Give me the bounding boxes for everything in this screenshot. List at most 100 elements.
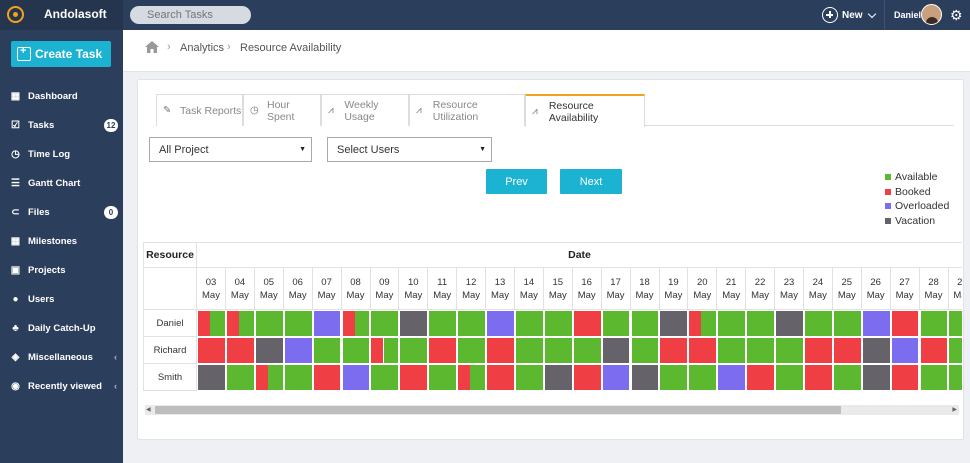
availability-cell[interactable] <box>429 365 457 390</box>
availability-cell[interactable] <box>470 365 485 390</box>
availability-cell[interactable] <box>239 311 254 336</box>
tab-resource-availability[interactable]: ⩘ Resource Availability <box>525 94 645 127</box>
availability-cell[interactable] <box>833 365 861 390</box>
availability-cell[interactable] <box>949 365 962 390</box>
user-name[interactable]: Daniel <box>894 10 921 20</box>
availability-cell[interactable] <box>371 365 399 390</box>
availability-cell[interactable] <box>602 365 630 390</box>
home-icon[interactable] <box>145 41 159 53</box>
next-button[interactable]: Next <box>560 169 622 194</box>
availability-cell[interactable] <box>267 365 283 390</box>
availability-cell[interactable] <box>949 311 962 336</box>
availability-cell[interactable] <box>544 311 572 336</box>
sidebar-item-daily-catch-up[interactable]: ♣ Daily Catch-Up <box>0 314 123 343</box>
availability-cell[interactable] <box>284 311 312 336</box>
availability-cell[interactable] <box>804 311 832 336</box>
availability-cell[interactable] <box>689 338 717 363</box>
avatar[interactable] <box>921 4 942 25</box>
availability-cell[interactable] <box>544 365 572 390</box>
availability-cell[interactable] <box>371 338 384 363</box>
availability-cell[interactable] <box>573 365 601 390</box>
availability-cell[interactable] <box>284 365 312 390</box>
availability-cell[interactable] <box>198 311 211 336</box>
availability-cell[interactable] <box>198 338 225 363</box>
availability-cell[interactable] <box>313 365 341 390</box>
prev-button[interactable]: Prev <box>486 169 547 194</box>
availability-cell[interactable] <box>226 338 254 363</box>
search-input[interactable] <box>130 6 251 24</box>
tab-resource-utilization[interactable]: ⩘ Resource Utilization <box>409 94 525 126</box>
availability-cell[interactable] <box>718 338 746 363</box>
new-button[interactable]: New <box>822 6 876 24</box>
availability-cell[interactable] <box>383 338 399 363</box>
availability-cell[interactable] <box>660 338 688 363</box>
sidebar-item-gantt-chart[interactable]: ☰ Gantt Chart <box>0 169 123 198</box>
availability-cell[interactable] <box>804 338 832 363</box>
availability-cell[interactable] <box>354 311 370 336</box>
availability-cell[interactable] <box>255 311 283 336</box>
availability-cell[interactable] <box>255 365 268 390</box>
availability-cell[interactable] <box>718 365 746 390</box>
availability-cell[interactable] <box>400 338 428 363</box>
availability-cell[interactable] <box>544 338 572 363</box>
scroll-thumb[interactable] <box>155 406 841 414</box>
availability-cell[interactable] <box>689 311 702 336</box>
breadcrumb-analytics[interactable]: Analytics <box>180 42 224 54</box>
gear-icon[interactable]: ⚙ <box>950 8 963 22</box>
availability-cell[interactable] <box>429 311 457 336</box>
tab-task-reports[interactable]: ✎ Task Reports <box>156 94 243 126</box>
availability-cell[interactable] <box>342 311 355 336</box>
availability-cell[interactable] <box>747 365 774 390</box>
availability-cell[interactable] <box>198 365 225 390</box>
scroll-left-icon[interactable]: ◀ <box>146 406 151 413</box>
brand[interactable]: Andolasoft <box>0 0 123 30</box>
availability-cell[interactable] <box>920 365 948 390</box>
availability-cell[interactable] <box>718 311 746 336</box>
sidebar-item-users[interactable]: ● Users <box>0 285 123 314</box>
availability-cell[interactable] <box>891 338 919 363</box>
users-select[interactable]: Select Users ▼ <box>327 137 492 162</box>
sidebar-item-miscellaneous[interactable]: ◈ Miscellaneous ‹ <box>0 343 123 372</box>
horizontal-scrollbar[interactable]: ◀ ▶ <box>145 405 959 415</box>
availability-cell[interactable] <box>284 338 312 363</box>
availability-cell[interactable] <box>487 338 514 363</box>
availability-cell[interactable] <box>487 311 514 336</box>
availability-cell[interactable] <box>515 311 543 336</box>
availability-cell[interactable] <box>689 365 717 390</box>
availability-cell[interactable] <box>862 365 890 390</box>
tab-hour-spent[interactable]: ◷ Hour Spent <box>243 94 321 126</box>
availability-cell[interactable] <box>776 338 803 363</box>
tab-weekly-usage[interactable]: ⩘ Weekly Usage <box>321 94 409 126</box>
availability-cell[interactable] <box>920 311 948 336</box>
availability-cell[interactable] <box>701 311 717 336</box>
availability-cell[interactable] <box>660 311 688 336</box>
availability-cell[interactable] <box>226 365 254 390</box>
scroll-right-icon[interactable]: ▶ <box>952 406 957 413</box>
project-select[interactable]: All Project ▼ <box>149 137 312 162</box>
availability-cell[interactable] <box>631 338 659 363</box>
availability-cell[interactable] <box>226 311 239 336</box>
availability-cell[interactable] <box>862 338 890 363</box>
availability-cell[interactable] <box>515 365 543 390</box>
create-task-button[interactable]: Create Task <box>11 41 111 67</box>
sidebar-item-tasks[interactable]: ☑ Tasks 12 <box>0 111 123 140</box>
availability-cell[interactable] <box>949 338 962 363</box>
availability-cell[interactable] <box>342 338 370 363</box>
availability-cell[interactable] <box>342 365 370 390</box>
sidebar-item-files[interactable]: ⊂ Files 0 <box>0 198 123 227</box>
availability-cell[interactable] <box>631 311 659 336</box>
availability-cell[interactable] <box>515 338 543 363</box>
availability-cell[interactable] <box>400 311 428 336</box>
availability-cell[interactable] <box>776 311 803 336</box>
availability-cell[interactable] <box>371 311 399 336</box>
availability-cell[interactable] <box>458 365 471 390</box>
availability-cell[interactable] <box>660 365 688 390</box>
availability-cell[interactable] <box>573 338 601 363</box>
availability-cell[interactable] <box>804 365 832 390</box>
sidebar-item-milestones[interactable]: ▦ Milestones <box>0 227 123 256</box>
availability-cell[interactable] <box>313 338 341 363</box>
availability-cell[interactable] <box>891 365 919 390</box>
availability-cell[interactable] <box>602 338 630 363</box>
availability-cell[interactable] <box>862 311 890 336</box>
availability-cell[interactable] <box>458 311 485 336</box>
